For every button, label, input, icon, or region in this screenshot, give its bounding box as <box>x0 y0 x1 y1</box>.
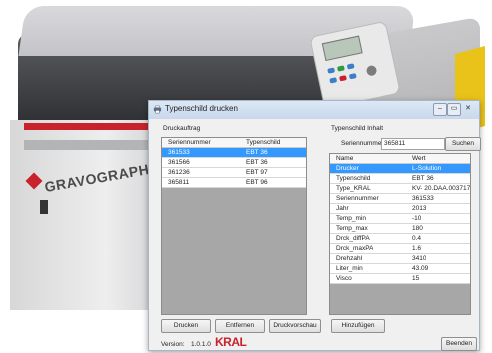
cell-name: Type_KRAL <box>336 185 371 192</box>
cell-name: Seriennummer <box>336 195 379 202</box>
serial-number-label: Seriennummer <box>341 140 384 147</box>
search-button[interactable]: Suchen <box>445 137 481 151</box>
cell-nameplate: EBT 97 <box>246 169 268 176</box>
printer-icon <box>153 105 162 114</box>
table-row[interactable]: Liter_min 43.09 <box>330 264 470 274</box>
title-bar: Typenschild drucken – ▭ ✕ <box>149 101 479 119</box>
version-value: 1.0.1.0 <box>191 341 211 348</box>
table-row[interactable]: Type_KRAL KV- 20.DAA.003717 <box>330 184 470 194</box>
panel-button <box>329 77 338 84</box>
cell-value: 1.6 <box>412 245 422 252</box>
table-header: Seriennummer Typenschild <box>162 138 306 148</box>
panel-knob <box>365 64 378 77</box>
version-label: Version: <box>161 341 185 348</box>
machine-control-panel <box>309 20 401 110</box>
column-header-name[interactable]: Name <box>336 154 353 163</box>
print-dialog: Typenschild drucken – ▭ ✕ Druckauftrag S… <box>148 100 481 351</box>
cell-value: 2013 <box>412 205 427 212</box>
panel-button <box>348 73 357 80</box>
maximize-button[interactable]: ▭ <box>447 103 461 116</box>
table-row[interactable]: Visco 15 <box>330 274 470 284</box>
cell-name: Drck_diffPA <box>336 235 370 242</box>
panel-button <box>339 75 347 82</box>
cell-value: 0.4 <box>412 235 422 242</box>
table-row[interactable]: 361533 EBT 36 <box>162 148 306 158</box>
table-row[interactable]: Typenschild EBT 36 <box>330 174 470 184</box>
cell-name: Temp_min <box>336 215 366 222</box>
cell-nameplate: EBT 36 <box>246 149 268 156</box>
print-job-label: Druckauftrag <box>163 125 201 132</box>
table-row[interactable]: Temp_max 180 <box>330 224 470 234</box>
cell-name: Drucker <box>336 165 359 172</box>
remove-button[interactable]: Entfernen <box>215 319 265 333</box>
table-row[interactable]: Jahr 2013 <box>330 204 470 214</box>
cell-serial: 365811 <box>168 179 190 186</box>
table-row[interactable]: Drehzahl 3410 <box>330 254 470 264</box>
cell-name: Temp_max <box>336 225 368 232</box>
cell-name: Drck_maxPA <box>336 245 374 252</box>
cell-nameplate: EBT 96 <box>246 179 268 186</box>
print-job-table: Seriennummer Typenschild 361533 EBT 36 3… <box>161 137 307 315</box>
table-row[interactable]: Drck_maxPA 1.6 <box>330 244 470 254</box>
control-panel-screen <box>321 35 363 62</box>
machine-foot <box>40 200 48 214</box>
column-header-serial[interactable]: Seriennummer <box>168 138 211 147</box>
table-header: Name Wert <box>330 154 470 164</box>
cell-name: Visco <box>336 275 352 282</box>
exit-button[interactable]: Beenden <box>441 337 477 351</box>
cell-nameplate: EBT 36 <box>246 159 268 166</box>
cell-value: 43.09 <box>412 265 429 272</box>
cell-name: Jahr <box>336 205 349 212</box>
panel-button <box>346 63 355 70</box>
table-row[interactable]: 361566 EBT 36 <box>162 158 306 168</box>
kral-logo: KRAL <box>215 335 247 349</box>
cell-serial: 361566 <box>168 159 190 166</box>
print-preview-button[interactable]: Druckvorschau <box>269 319 321 333</box>
table-row[interactable]: 361236 EBT 97 <box>162 168 306 178</box>
window-title: Typenschild drucken <box>165 104 238 113</box>
cell-name: Typenschild <box>336 175 371 182</box>
panel-button <box>327 67 336 74</box>
table-row[interactable]: Drck_diffPA 0.4 <box>330 234 470 244</box>
table-row[interactable]: Drucker L-Solution <box>330 164 470 174</box>
cell-name: Drehzahl <box>336 255 363 262</box>
cell-value: -10 <box>412 215 422 222</box>
cell-value: 180 <box>412 225 423 232</box>
table-row[interactable]: 365811 EBT 96 <box>162 178 306 188</box>
add-button[interactable]: Hinzufügen <box>331 319 385 333</box>
panel-button <box>336 65 345 72</box>
nameplate-content-table: Name Wert Drucker L-Solution Typenschild EB… <box>329 153 471 315</box>
column-header-value[interactable]: Wert <box>412 154 426 163</box>
print-button[interactable]: Drucken <box>161 319 211 333</box>
cell-value: L-Solution <box>412 165 442 172</box>
cell-value: 15 <box>412 275 420 282</box>
cell-serial: 361236 <box>168 169 190 176</box>
cell-value: 361533 <box>412 195 434 202</box>
cell-name: Liter_min <box>336 265 363 272</box>
column-header-nameplate[interactable]: Typenschild <box>246 138 280 147</box>
cell-value: EBT 36 <box>412 175 434 182</box>
table-row[interactable]: Temp_min -10 <box>330 214 470 224</box>
cell-serial: 361533 <box>168 149 190 156</box>
serial-number-input[interactable]: 365811 <box>381 138 445 150</box>
minimize-button[interactable]: – <box>433 103 447 116</box>
close-button[interactable]: ✕ <box>461 103 475 116</box>
nameplate-content-label: Typenschild Inhalt <box>331 125 384 132</box>
cell-value: 3410 <box>412 255 427 262</box>
table-row[interactable]: Seriennummer 361533 <box>330 194 470 204</box>
cell-value: KV- 20.DAA.003717 <box>412 185 471 192</box>
